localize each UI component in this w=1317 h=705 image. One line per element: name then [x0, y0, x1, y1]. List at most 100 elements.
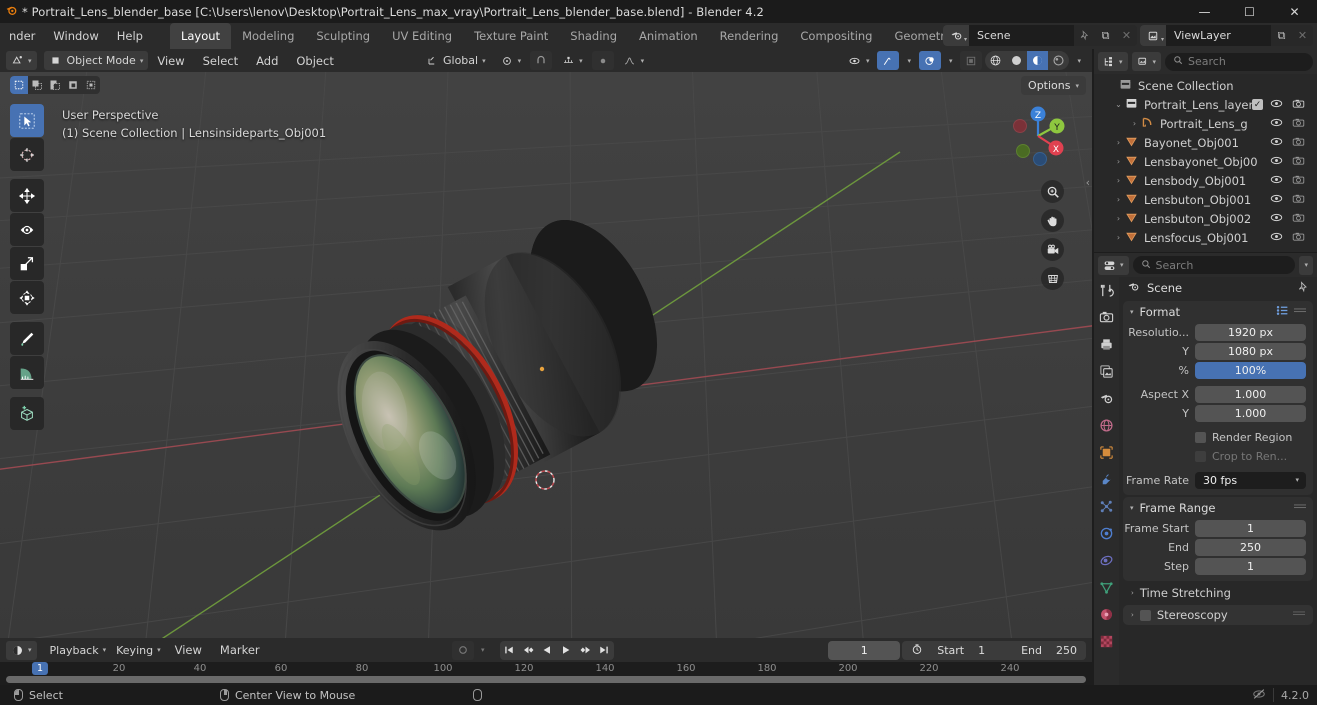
cursor-tool[interactable]	[10, 138, 44, 171]
start-value[interactable]: 1	[978, 644, 985, 657]
properties-editor[interactable]: ▾ Search ▾ Scene ▾ Format Resolutio... 1…	[1094, 253, 1317, 685]
properties-options-button[interactable]: ▾	[1299, 255, 1313, 275]
viewport-menu-select[interactable]: Select	[194, 54, 247, 68]
outliner-row-lensbuton-obj002[interactable]: › Lensbuton_Obj002	[1094, 209, 1317, 228]
scene-selector[interactable]: ▾ Scene ⧉ ✕	[943, 25, 1137, 46]
outliner-row-lensfocus-obj001[interactable]: › Lensfocus_Obj001	[1094, 228, 1317, 247]
viewport-menu-add[interactable]: Add	[247, 54, 287, 68]
frame-start-field[interactable]: 1	[1195, 519, 1306, 537]
outliner-row-bayonet-obj001[interactable]: › Bayonet_Obj001	[1094, 133, 1317, 152]
tool-icon[interactable]	[1099, 283, 1114, 301]
shading-settings[interactable]: ▾	[1072, 51, 1086, 70]
subtract-select-icon[interactable]	[46, 76, 64, 94]
zoom-icon[interactable]	[1041, 180, 1064, 203]
outliner-row-portrait-lens-g[interactable]: › Portrait_Lens_g	[1094, 114, 1317, 133]
pivot-point-selector[interactable]: ▾	[495, 51, 527, 70]
particles-icon[interactable]	[1099, 499, 1114, 517]
tab-texture-paint[interactable]: Texture Paint	[463, 23, 559, 49]
falloff-selector[interactable]: ▾	[618, 51, 650, 70]
modifiers-icon[interactable]	[1099, 472, 1114, 490]
transform-orientation-selector[interactable]: Global ▾	[420, 51, 491, 70]
timeline-scrollbar[interactable]	[6, 676, 1086, 683]
shading-wireframe-icon[interactable]	[985, 51, 1006, 70]
data-icon[interactable]	[1099, 580, 1114, 598]
timeline-menu-view[interactable]: View	[166, 643, 211, 657]
frame-range-fields[interactable]: Start 1 End 250	[902, 640, 1086, 660]
scale-tool[interactable]	[10, 247, 44, 280]
disclosure-icon[interactable]: ›	[1128, 119, 1141, 128]
filter-icon[interactable]: ▾	[1131, 52, 1162, 71]
eye-icon[interactable]	[1270, 174, 1283, 188]
editor-type-icon[interactable]: ▾	[6, 51, 37, 70]
outliner-row-lensbody-obj001[interactable]: › Lensbody_Obj001	[1094, 171, 1317, 190]
outliner-display-mode-icon[interactable]: ▾	[1098, 52, 1128, 71]
maximize-button[interactable]: ☐	[1227, 0, 1272, 23]
format-panel-header[interactable]: ▾ Format	[1123, 301, 1313, 322]
timeline-menu-keying[interactable]: Keying ▾	[111, 641, 165, 660]
mode-selector[interactable]: Object Mode ▾	[43, 51, 149, 70]
drag-handle-icon[interactable]	[1294, 501, 1306, 515]
menu-render[interactable]: nder	[0, 25, 44, 47]
lens-3d-object[interactable]	[330, 197, 720, 587]
object-icon[interactable]	[1099, 445, 1114, 463]
pin-scene-icon[interactable]	[1074, 25, 1095, 46]
overlay-settings[interactable]: ▾	[944, 51, 958, 70]
camera-view-icon[interactable]	[1041, 238, 1064, 261]
chevron-down-icon[interactable]: ▾	[1130, 308, 1134, 316]
tab-layout[interactable]: Layout	[169, 23, 232, 49]
prev-keyframe-icon[interactable]	[519, 641, 538, 660]
camera-icon[interactable]	[1292, 212, 1305, 226]
scene-icon[interactable]	[1099, 391, 1114, 409]
proportional-edit-icon[interactable]	[591, 51, 614, 70]
play-icon[interactable]	[557, 641, 576, 660]
disclosure-icon[interactable]: ›	[1112, 195, 1125, 204]
eye-icon[interactable]	[1270, 212, 1283, 226]
shading-material-preview-icon[interactable]	[1027, 51, 1049, 70]
intersect-select-icon[interactable]	[82, 76, 100, 94]
playhead[interactable]: 1	[31, 662, 49, 675]
stereoscopy-checkbox[interactable]	[1139, 609, 1151, 621]
viewport-menu-view[interactable]: View	[148, 54, 193, 68]
disclosure-icon[interactable]: ›	[1112, 138, 1125, 147]
play-reverse-icon[interactable]	[538, 641, 557, 660]
disclosure-icon[interactable]: ›	[1112, 214, 1125, 223]
hand-pan-icon[interactable]	[1041, 209, 1064, 232]
frame-rate-dropdown[interactable]: 30 fps ▾	[1195, 471, 1306, 489]
unlink-scene-icon[interactable]: ✕	[1116, 25, 1137, 46]
snap-magnet-icon[interactable]	[530, 51, 553, 70]
output-icon[interactable]	[1099, 337, 1114, 355]
camera-icon[interactable]	[1292, 155, 1305, 169]
jump-start-icon[interactable]	[500, 641, 519, 660]
eye-icon[interactable]	[1270, 136, 1283, 150]
eye-icon[interactable]	[1270, 231, 1283, 245]
invert-select-icon[interactable]	[64, 76, 82, 94]
tweak-select-tool[interactable]	[10, 104, 44, 137]
tab-sculpting[interactable]: Sculpting	[305, 23, 381, 49]
time-stretching-panel-header[interactable]: › Time Stretching	[1119, 583, 1317, 603]
visibility-selector[interactable]: ▾	[843, 51, 875, 70]
xray-toggle[interactable]	[960, 51, 983, 70]
end-value[interactable]: 250	[1056, 644, 1077, 657]
preset-list-icon[interactable]	[1276, 305, 1289, 319]
next-keyframe-icon[interactable]	[576, 641, 595, 660]
shading-rendered-icon[interactable]	[1048, 51, 1069, 70]
frame-range-panel-header[interactable]: ▾ Frame Range	[1123, 497, 1313, 518]
timeline-menu-playback[interactable]: Playback ▾	[45, 641, 112, 660]
tab-compositing[interactable]: Compositing	[789, 23, 883, 49]
new-viewlayer-icon[interactable]: ⧉	[1271, 25, 1292, 46]
menu-help[interactable]: Help	[108, 25, 152, 47]
camera-icon[interactable]	[1292, 193, 1305, 207]
extend-select-icon[interactable]	[28, 76, 46, 94]
outliner-row-lensbayonet-obj001[interactable]: › Lensbayonet_Obj00	[1094, 152, 1317, 171]
viewlayer-selector[interactable]: ▾ ViewLayer ⧉ ✕	[1140, 25, 1313, 46]
measure-tool[interactable]	[10, 356, 44, 389]
chevron-down-icon[interactable]: ▾	[1130, 504, 1134, 512]
resolution-x-field[interactable]: 1920 px	[1195, 323, 1306, 341]
material-icon[interactable]	[1099, 607, 1114, 625]
navigation-gizmo[interactable]: Z Y X	[1002, 100, 1074, 172]
ortho-persp-toggle-icon[interactable]	[1041, 267, 1064, 290]
timeline-editor-icon[interactable]: ▾	[6, 640, 37, 660]
frame-end-field[interactable]: 250	[1195, 538, 1306, 556]
resolution-percent-field[interactable]: 100%	[1195, 361, 1306, 379]
viewlayer-name[interactable]: ViewLayer	[1166, 25, 1271, 46]
